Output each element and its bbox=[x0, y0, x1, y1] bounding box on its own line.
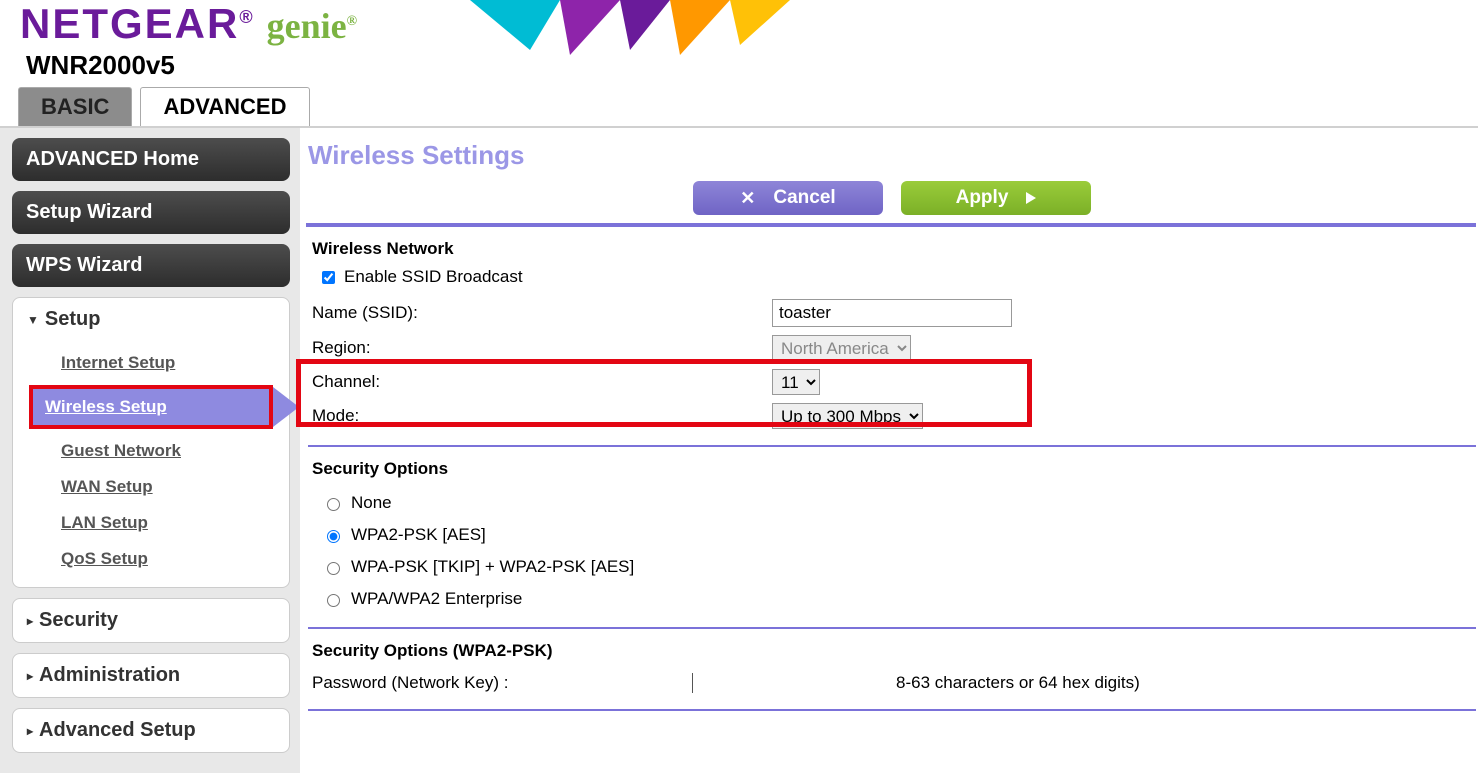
password-input[interactable] bbox=[692, 673, 696, 693]
highlight-red-box-sidebar: Wireless Setup bbox=[29, 385, 273, 429]
security-psk-section: Security Options (WPA2-PSK) Password (Ne… bbox=[306, 629, 1478, 709]
sidebar-group-administration-header[interactable]: ▸ Administration bbox=[13, 654, 289, 697]
sidebar-group-security-label: Security bbox=[39, 609, 118, 632]
sidebar-group-security-header[interactable]: ▸ Security bbox=[13, 599, 289, 642]
security-wpa2psk-radio[interactable] bbox=[327, 530, 340, 543]
caret-right-icon: ▸ bbox=[27, 669, 33, 683]
security-mixed-row[interactable]: WPA-PSK [TKIP] + WPA2-PSK [AES] bbox=[312, 551, 1472, 583]
password-hint: 8-63 characters or 64 hex digits) bbox=[896, 673, 1140, 693]
content-area: Wireless Settings ✕ Cancel Apply Wireles… bbox=[300, 128, 1478, 773]
caret-right-icon: ▸ bbox=[27, 724, 33, 738]
channel-select[interactable]: 11 bbox=[772, 369, 820, 395]
sidebar-item-lan-setup[interactable]: LAN Setup bbox=[13, 505, 289, 541]
cancel-button-label: Cancel bbox=[773, 187, 835, 209]
sidebar-group-security: ▸ Security bbox=[12, 598, 290, 643]
top-tabs: BASIC ADVANCED bbox=[18, 87, 1478, 126]
security-wpa2psk-label: WPA2-PSK [AES] bbox=[351, 525, 486, 545]
security-enterprise-row[interactable]: WPA/WPA2 Enterprise bbox=[312, 583, 1472, 615]
cancel-button[interactable]: ✕ Cancel bbox=[693, 181, 883, 215]
apply-button-label: Apply bbox=[956, 187, 1009, 209]
sidebar-item-wireless-setup[interactable]: Wireless Setup bbox=[33, 389, 269, 425]
security-options-section: Security Options None WPA2-PSK [AES] WPA… bbox=[306, 447, 1478, 627]
ssid-name-label: Name (SSID): bbox=[312, 303, 772, 323]
sidebar-group-setup: ▼ Setup Internet Setup Wireless Setup Gu… bbox=[12, 297, 290, 588]
tab-basic[interactable]: BASIC bbox=[18, 87, 132, 126]
genie-logo: genie® bbox=[267, 5, 357, 47]
sidebar-group-setup-header[interactable]: ▼ Setup bbox=[13, 298, 289, 341]
sidebar-advanced-home[interactable]: ADVANCED Home bbox=[12, 138, 290, 181]
mode-select[interactable]: Up to 300 Mbps bbox=[772, 403, 923, 429]
sidebar-group-advanced-setup: ▸ Advanced Setup bbox=[12, 708, 290, 753]
security-mixed-label: WPA-PSK [TKIP] + WPA2-PSK [AES] bbox=[351, 557, 634, 577]
password-label: Password (Network Key) : bbox=[312, 673, 692, 693]
security-mixed-radio[interactable] bbox=[327, 562, 340, 575]
sidebar-setup-wizard[interactable]: Setup Wizard bbox=[12, 191, 290, 234]
sidebar-group-administration-label: Administration bbox=[39, 664, 180, 687]
wireless-network-heading: Wireless Network bbox=[312, 239, 1472, 259]
sidebar-item-guest-network[interactable]: Guest Network bbox=[13, 433, 289, 469]
channel-label: Channel: bbox=[312, 372, 772, 392]
sidebar-item-wan-setup[interactable]: WAN Setup bbox=[13, 469, 289, 505]
security-none-row[interactable]: None bbox=[312, 487, 1472, 519]
security-none-label: None bbox=[351, 493, 392, 513]
apply-button[interactable]: Apply bbox=[901, 181, 1091, 215]
region-select[interactable]: North America bbox=[772, 335, 911, 361]
caret-down-icon: ▼ bbox=[27, 313, 39, 327]
action-row: ✕ Cancel Apply bbox=[306, 177, 1478, 223]
security-wpa2psk-row[interactable]: WPA2-PSK [AES] bbox=[312, 519, 1472, 551]
sidebar-item-internet-setup[interactable]: Internet Setup bbox=[13, 345, 289, 381]
sidebar-group-administration: ▸ Administration bbox=[12, 653, 290, 698]
header-geometric-art bbox=[470, 0, 830, 60]
active-arrow-icon bbox=[273, 387, 299, 427]
sidebar: ADVANCED Home Setup Wizard WPS Wizard ▼ … bbox=[0, 128, 300, 773]
page-header: NETGEAR® genie® WNR2000v5 bbox=[0, 0, 1478, 81]
security-none-radio[interactable] bbox=[327, 498, 340, 511]
sidebar-group-advanced-setup-header[interactable]: ▸ Advanced Setup bbox=[13, 709, 289, 752]
sidebar-wps-wizard[interactable]: WPS Wizard bbox=[12, 244, 290, 287]
play-icon bbox=[1026, 192, 1036, 204]
tab-advanced[interactable]: ADVANCED bbox=[140, 87, 309, 126]
separator bbox=[308, 709, 1476, 711]
mode-label: Mode: bbox=[312, 406, 772, 426]
netgear-logo: NETGEAR® bbox=[20, 0, 255, 48]
enable-ssid-checkbox[interactable] bbox=[322, 271, 335, 284]
security-options-heading: Security Options bbox=[312, 459, 1472, 479]
security-enterprise-label: WPA/WPA2 Enterprise bbox=[351, 589, 522, 609]
sidebar-group-setup-label: Setup bbox=[45, 308, 101, 331]
enable-ssid-label: Enable SSID Broadcast bbox=[344, 267, 523, 287]
security-psk-heading: Security Options (WPA2-PSK) bbox=[312, 641, 1472, 661]
security-enterprise-radio[interactable] bbox=[327, 594, 340, 607]
sidebar-group-advanced-setup-label: Advanced Setup bbox=[39, 719, 196, 742]
page-title: Wireless Settings bbox=[308, 140, 1478, 171]
ssid-name-input[interactable] bbox=[772, 299, 1012, 327]
close-icon: ✕ bbox=[740, 188, 755, 209]
sidebar-item-qos-setup[interactable]: QoS Setup bbox=[13, 541, 289, 577]
caret-right-icon: ▸ bbox=[27, 614, 33, 628]
region-label: Region: bbox=[312, 338, 772, 358]
wireless-network-section: Wireless Network Enable SSID Broadcast N… bbox=[306, 227, 1478, 445]
